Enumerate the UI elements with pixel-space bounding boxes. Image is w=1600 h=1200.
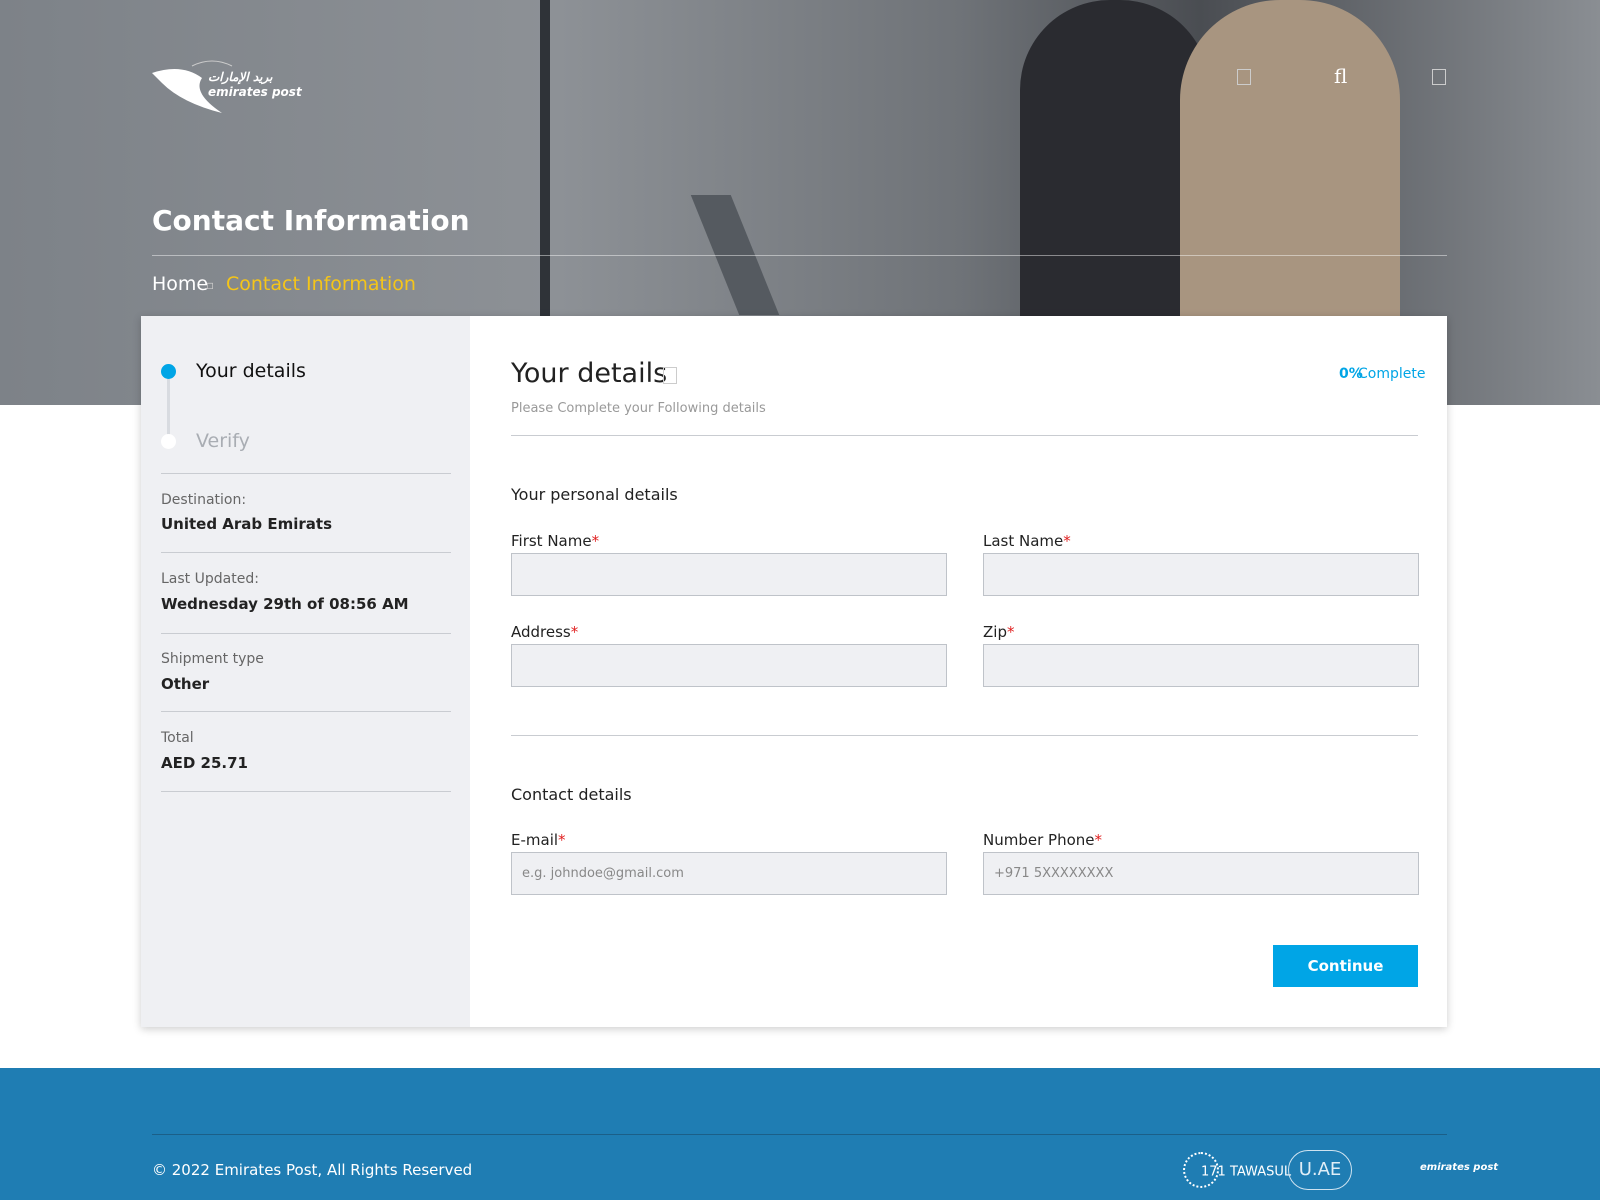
email-label: E-mail*: [511, 831, 566, 849]
zip-input[interactable]: [983, 644, 1419, 687]
section-heading: Your personal details: [511, 485, 678, 504]
uae-logo[interactable]: U.AE: [1288, 1150, 1352, 1190]
emirates-post-logo[interactable]: بريد الإمارات emirates post: [152, 58, 302, 123]
sidebar: [141, 316, 470, 1027]
square-icon: [663, 367, 677, 384]
square-icon[interactable]: [1237, 69, 1251, 85]
emirates-post-footer-logo[interactable]: emirates post: [1372, 1162, 1498, 1173]
first-name-input[interactable]: [511, 553, 947, 596]
info-label: Shipment type: [161, 651, 264, 667]
continue-button[interactable]: Continue: [1273, 945, 1418, 987]
info-label: Total: [161, 730, 194, 746]
breadcrumb-current: Contact Information: [226, 273, 416, 295]
last-name-input[interactable]: [983, 553, 1419, 596]
square-icon[interactable]: [1432, 69, 1446, 85]
breadcrumb-home[interactable]: Home: [152, 273, 208, 295]
form-title: Your details: [511, 358, 668, 389]
form-subtitle: Please Complete your Following details: [511, 401, 766, 416]
info-value: United Arab Emirats: [161, 515, 333, 533]
page-title: Contact Information: [152, 204, 470, 237]
step-your-details[interactable]: Your details: [196, 360, 306, 382]
address-label: Address*: [511, 623, 579, 641]
first-name-label: First Name*: [511, 532, 600, 550]
step-verify[interactable]: Verify: [196, 430, 250, 452]
tawasul-logo[interactable]: 171 TAWASUL: [1183, 1152, 1291, 1188]
address-input[interactable]: [511, 644, 947, 687]
last-name-label: Last Name*: [983, 532, 1071, 550]
info-value: Wednesday 29th of 08:56 AM: [161, 595, 409, 613]
progress-label: Complete: [1358, 366, 1426, 382]
phone-label: Number Phone*: [983, 831, 1102, 849]
divider: [152, 255, 1447, 256]
phone-input[interactable]: [983, 852, 1419, 895]
section-heading: Contact details: [511, 785, 632, 804]
zip-label: Zip*: [983, 623, 1015, 641]
email-input[interactable]: [511, 852, 947, 895]
copyright: © 2022 Emirates Post, All Rights Reserve…: [152, 1161, 473, 1179]
info-label: Last Updated:: [161, 571, 259, 587]
info-value: Other: [161, 675, 210, 693]
fl-icon[interactable]: ﬂ: [1334, 64, 1347, 88]
step-dot-active: [161, 364, 176, 379]
breadcrumb-separator: ▫: [206, 278, 215, 292]
info-value: AED 25.71: [161, 754, 248, 772]
info-label: Destination:: [161, 492, 247, 508]
step-dot: [161, 434, 176, 449]
